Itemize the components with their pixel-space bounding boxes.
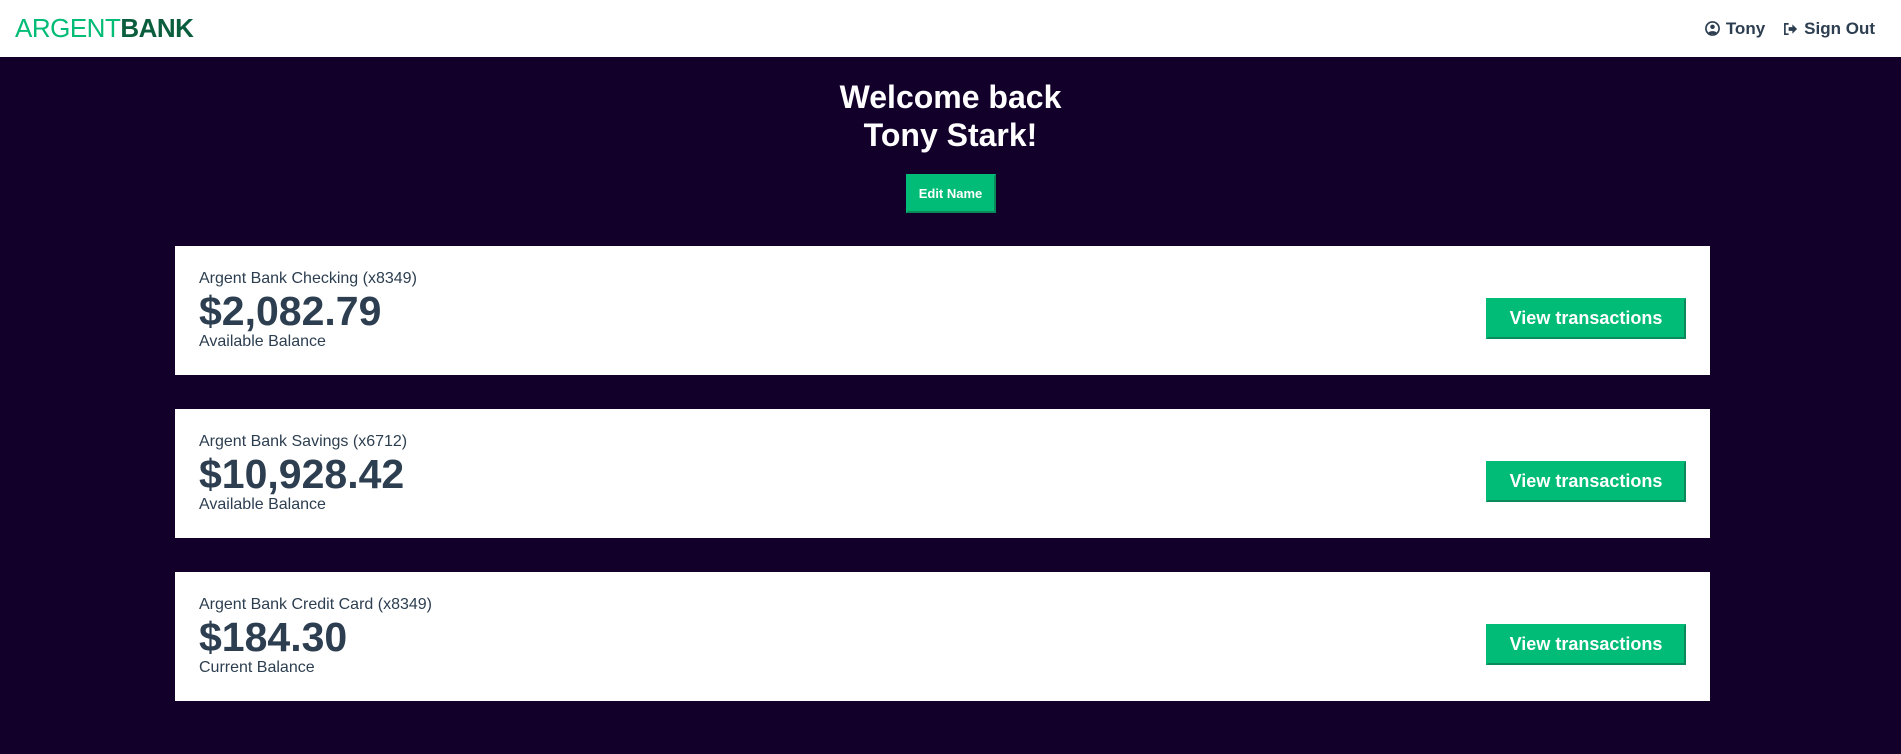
account-title: Argent Bank Checking (x8349) <box>199 270 417 287</box>
welcome-header: Welcome back Tony Stark! Edit Name <box>0 57 1901 213</box>
sign-out-link[interactable]: Sign Out <box>1783 19 1875 39</box>
account-amount: $10,928.42 <box>199 451 405 497</box>
view-transactions-button[interactable]: View transactions <box>1486 461 1686 502</box>
welcome-line-1: Welcome back <box>839 79 1062 115</box>
logo-text-argent: ARGENT <box>15 13 121 43</box>
main-nav: ARGENT BANK Tony Sign Out <box>0 0 1901 57</box>
welcome-user-name: Tony Stark! <box>863 117 1038 153</box>
edit-name-button[interactable]: Edit Name <box>905 174 996 213</box>
account-amount-description: Current Balance <box>199 659 315 676</box>
account-amount-description: Available Balance <box>199 333 326 350</box>
argent-bank-logo[interactable]: ARGENT BANK <box>15 13 194 44</box>
view-transactions-button[interactable]: View transactions <box>1486 298 1686 339</box>
account-title: Argent Bank Savings (x6712) <box>199 433 408 450</box>
logo-text-bank: BANK <box>120 13 194 43</box>
welcome-heading: Welcome back Tony Stark! <box>0 78 1901 154</box>
account-card-checking: Argent Bank Checking (x8349) $2,082.79 A… <box>175 246 1710 375</box>
account-amount: $184.30 <box>199 614 348 660</box>
account-amount-description: Available Balance <box>199 496 326 513</box>
account-title: Argent Bank Credit Card (x8349) <box>199 596 432 613</box>
account-card-credit: Argent Bank Credit Card (x8349) $184.30 … <box>175 572 1710 701</box>
sign-out-icon <box>1783 22 1798 36</box>
sign-out-label: Sign Out <box>1804 18 1875 38</box>
user-profile-link[interactable]: Tony <box>1704 18 1766 39</box>
account-card-savings: Argent Bank Savings (x6712) $10,928.42 A… <box>175 409 1710 538</box>
account-amount: $2,082.79 <box>199 288 382 334</box>
user-name-label: Tony <box>1725 18 1766 38</box>
view-transactions-button[interactable]: View transactions <box>1486 624 1686 665</box>
nav-right: Tony Sign Out <box>1704 18 1875 39</box>
user-circle-icon <box>1704 21 1720 36</box>
